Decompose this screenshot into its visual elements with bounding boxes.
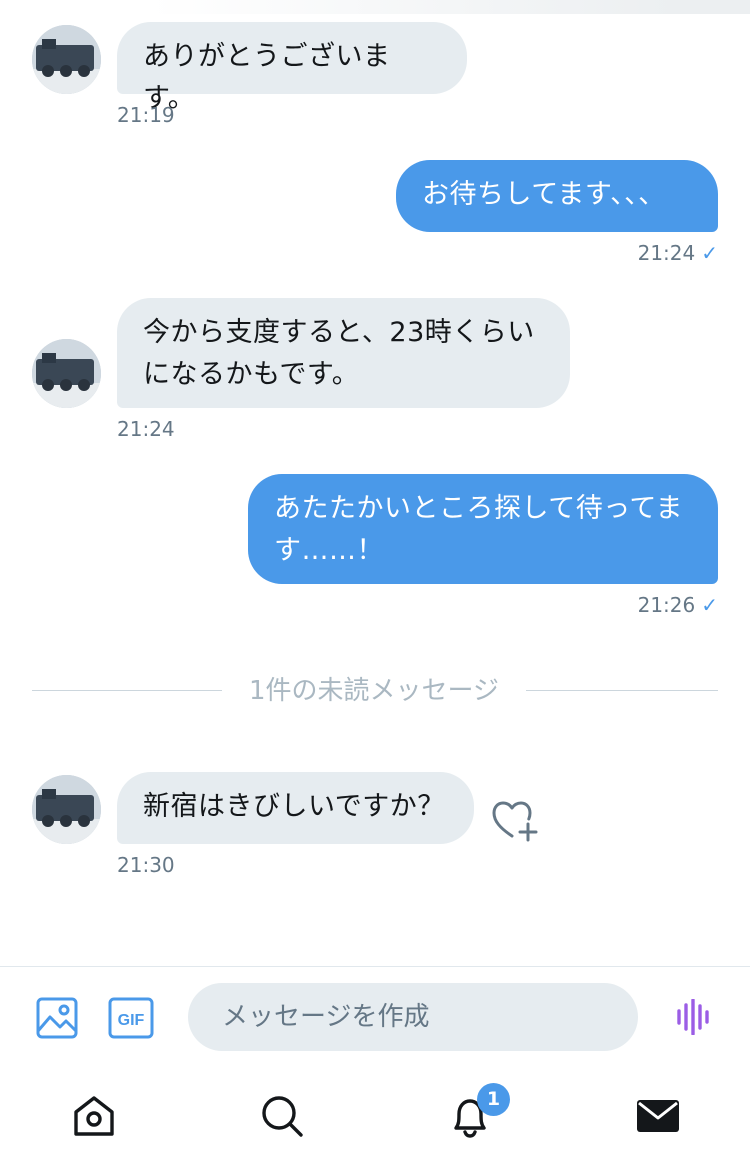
message-bubble-incoming[interactable]: 今から支度すると、23時くらい になるかもです。 [117,298,570,408]
message-text: ありがとうございます。 [143,41,391,114]
message-meta: 21:26 ✓ [638,593,718,617]
search-icon[interactable] [258,1092,306,1140]
divider-line [526,690,718,691]
image-icon[interactable] [36,997,78,1039]
avatar[interactable] [32,339,101,408]
message-meta: 21:24 ✓ [638,241,718,265]
gif-label: GIF [118,1012,145,1029]
divider-line [32,690,222,691]
message-timestamp: 21:30 [117,853,175,877]
message-timestamp: 21:24 [117,417,175,441]
message-text-line: 今から支度すると、23時くらい [143,317,535,348]
tab-bar [0,1070,750,1164]
message-composer: GIF [0,966,750,1066]
avatar[interactable] [32,25,101,94]
home-icon[interactable] [70,1092,118,1140]
message-bubble-outgoing[interactable]: お待ちしてます、、、 [396,160,718,232]
message-input[interactable] [188,983,638,1051]
message-bubble-incoming[interactable]: ありがとうございます。 [117,22,467,114]
message-text-line: す……！ [274,535,384,566]
heart-plus-icon[interactable] [490,798,540,842]
gif-icon[interactable]: GIF [108,997,154,1039]
message-bubble-incoming[interactable]: 新宿はきびしいですか？ [117,772,474,844]
message-timestamp: 21:19 [117,103,175,127]
message-text: 新宿はきびしいですか？ [143,791,445,822]
unread-divider-label: 1件の未読メッセージ [248,676,500,706]
message-bubble-outgoing[interactable]: あたたかいところ探して待ってま す……！ [248,474,718,584]
check-icon: ✓ [701,241,718,265]
message-text: お待ちしてます、、、 [422,179,666,210]
voice-waveform-icon[interactable] [676,998,712,1036]
message-timestamp: 21:24 [637,241,696,265]
notification-badge: 1 [477,1083,510,1116]
avatar[interactable] [32,775,101,844]
messages-icon[interactable] [634,1092,682,1140]
message-text-line: あたたかいところ探して待ってま [274,493,683,524]
message-timestamp: 21:26 [637,593,696,617]
check-icon: ✓ [701,593,718,617]
top-shadow [0,0,750,14]
message-text-line: になるかもです。 [143,359,360,390]
